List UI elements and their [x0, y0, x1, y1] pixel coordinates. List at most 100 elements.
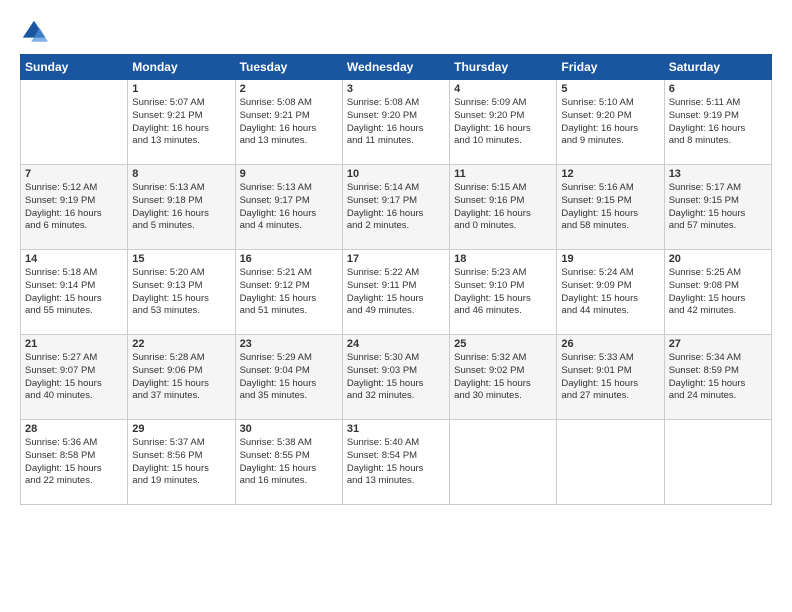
header-friday: Friday: [557, 55, 664, 80]
header-wednesday: Wednesday: [342, 55, 449, 80]
cell-info: Sunrise: 5:18 AM Sunset: 9:14 PM Dayligh…: [25, 267, 123, 318]
week-row-3: 21Sunrise: 5:27 AM Sunset: 9:07 PM Dayli…: [21, 335, 772, 420]
header-saturday: Saturday: [664, 55, 771, 80]
cell-info: Sunrise: 5:25 AM Sunset: 9:08 PM Dayligh…: [669, 267, 767, 318]
day-number: 27: [669, 338, 767, 350]
calendar-cell: 20 Sunrise: 5:25 AM Sunset: 9:08 PM Dayli…: [664, 250, 771, 335]
calendar-cell: 16Sunrise: 5:21 AM Sunset: 9:12 PM Dayli…: [235, 250, 342, 335]
calendar-cell: 25 Sunrise: 5:32 AM Sunset: 9:02 PM Dayli…: [450, 335, 557, 420]
day-number: 8: [132, 168, 230, 180]
calendar-cell: 7Sunrise: 5:12 AM Sunset: 9:19 PM Daylig…: [21, 165, 128, 250]
calendar-cell: 1 Sunrise: 5:07 AM Sunset: 9:21 PM Daylig…: [128, 80, 235, 165]
cell-info: Sunrise: 5:08 AM Sunset: 9:20 PM Dayligh…: [347, 97, 445, 148]
day-number: 2: [240, 83, 338, 95]
cell-info: Sunrise: 5:36 AM Sunset: 8:58 PM Dayligh…: [25, 437, 123, 488]
header-thursday: Thursday: [450, 55, 557, 80]
cell-info: Sunrise: 5:22 AM Sunset: 9:11 PM Dayligh…: [347, 267, 445, 318]
day-number: 12: [561, 168, 659, 180]
calendar-cell: 18Sunrise: 5:23 AM Sunset: 9:10 PM Dayli…: [450, 250, 557, 335]
cell-info: Sunrise: 5:07 AM Sunset: 9:21 PM Dayligh…: [132, 97, 230, 148]
calendar-cell: 3 Sunrise: 5:08 AM Sunset: 9:20 PM Daylig…: [342, 80, 449, 165]
day-number: 19: [561, 253, 659, 265]
calendar-cell: 10 Sunrise: 5:14 AM Sunset: 9:17 PM Dayli…: [342, 165, 449, 250]
cell-info: Sunrise: 5:20 AM Sunset: 9:13 PM Dayligh…: [132, 267, 230, 318]
calendar-cell: 8 Sunrise: 5:13 AM Sunset: 9:18 PM Daylig…: [128, 165, 235, 250]
cell-info: Sunrise: 5:13 AM Sunset: 9:17 PM Dayligh…: [240, 182, 338, 233]
week-row-1: 7Sunrise: 5:12 AM Sunset: 9:19 PM Daylig…: [21, 165, 772, 250]
logo-icon: [20, 18, 48, 46]
day-number: 1: [132, 83, 230, 95]
day-number: 23: [240, 338, 338, 350]
calendar-cell: 29Sunrise: 5:37 AM Sunset: 8:56 PM Dayli…: [128, 420, 235, 505]
header: [20, 18, 772, 46]
day-number: 15: [132, 253, 230, 265]
day-number: 25: [454, 338, 552, 350]
calendar-cell: 31 Sunrise: 5:40 AM Sunset: 8:54 PM Dayli…: [342, 420, 449, 505]
cell-info: Sunrise: 5:13 AM Sunset: 9:18 PM Dayligh…: [132, 182, 230, 233]
day-number: 4: [454, 83, 552, 95]
cell-info: Sunrise: 5:11 AM Sunset: 9:19 PM Dayligh…: [669, 97, 767, 148]
calendar-cell: 17 Sunrise: 5:22 AM Sunset: 9:11 PM Dayli…: [342, 250, 449, 335]
header-row: SundayMondayTuesdayWednesdayThursdayFrid…: [21, 55, 772, 80]
day-number: 9: [240, 168, 338, 180]
day-number: 7: [25, 168, 123, 180]
day-number: 22: [132, 338, 230, 350]
cell-info: Sunrise: 5:32 AM Sunset: 9:02 PM Dayligh…: [454, 352, 552, 403]
calendar-cell: 21Sunrise: 5:27 AM Sunset: 9:07 PM Dayli…: [21, 335, 128, 420]
day-number: 18: [454, 253, 552, 265]
header-sunday: Sunday: [21, 55, 128, 80]
cell-info: Sunrise: 5:16 AM Sunset: 9:15 PM Dayligh…: [561, 182, 659, 233]
cell-info: Sunrise: 5:28 AM Sunset: 9:06 PM Dayligh…: [132, 352, 230, 403]
calendar-cell: [557, 420, 664, 505]
cell-info: Sunrise: 5:27 AM Sunset: 9:07 PM Dayligh…: [25, 352, 123, 403]
calendar-cell: 4Sunrise: 5:09 AM Sunset: 9:20 PM Daylig…: [450, 80, 557, 165]
week-row-0: 1 Sunrise: 5:07 AM Sunset: 9:21 PM Daylig…: [21, 80, 772, 165]
calendar-cell: 6Sunrise: 5:11 AM Sunset: 9:19 PM Daylig…: [664, 80, 771, 165]
day-number: 30: [240, 423, 338, 435]
cell-info: Sunrise: 5:37 AM Sunset: 8:56 PM Dayligh…: [132, 437, 230, 488]
calendar-cell: 24 Sunrise: 5:30 AM Sunset: 9:03 PM Dayli…: [342, 335, 449, 420]
calendar-cell: 14 Sunrise: 5:18 AM Sunset: 9:14 PM Dayli…: [21, 250, 128, 335]
calendar-cell: 23 Sunrise: 5:29 AM Sunset: 9:04 PM Dayli…: [235, 335, 342, 420]
cell-info: Sunrise: 5:15 AM Sunset: 9:16 PM Dayligh…: [454, 182, 552, 233]
header-monday: Monday: [128, 55, 235, 80]
cell-info: Sunrise: 5:40 AM Sunset: 8:54 PM Dayligh…: [347, 437, 445, 488]
week-row-2: 14 Sunrise: 5:18 AM Sunset: 9:14 PM Dayli…: [21, 250, 772, 335]
day-number: 10: [347, 168, 445, 180]
day-number: 24: [347, 338, 445, 350]
cell-info: Sunrise: 5:14 AM Sunset: 9:17 PM Dayligh…: [347, 182, 445, 233]
cell-info: Sunrise: 5:30 AM Sunset: 9:03 PM Dayligh…: [347, 352, 445, 403]
logo: [20, 18, 52, 46]
calendar-cell: 30 Sunrise: 5:38 AM Sunset: 8:55 PM Dayli…: [235, 420, 342, 505]
calendar-cell: 28 Sunrise: 5:36 AM Sunset: 8:58 PM Dayli…: [21, 420, 128, 505]
calendar-table: SundayMondayTuesdayWednesdayThursdayFrid…: [20, 54, 772, 505]
cell-info: Sunrise: 5:38 AM Sunset: 8:55 PM Dayligh…: [240, 437, 338, 488]
calendar-cell: 26 Sunrise: 5:33 AM Sunset: 9:01 PM Dayli…: [557, 335, 664, 420]
cell-info: Sunrise: 5:10 AM Sunset: 9:20 PM Dayligh…: [561, 97, 659, 148]
calendar-cell: [450, 420, 557, 505]
cell-info: Sunrise: 5:29 AM Sunset: 9:04 PM Dayligh…: [240, 352, 338, 403]
cell-info: Sunrise: 5:33 AM Sunset: 9:01 PM Dayligh…: [561, 352, 659, 403]
day-number: 5: [561, 83, 659, 95]
cell-info: Sunrise: 5:21 AM Sunset: 9:12 PM Dayligh…: [240, 267, 338, 318]
calendar-cell: [21, 80, 128, 165]
day-number: 20: [669, 253, 767, 265]
week-row-4: 28 Sunrise: 5:36 AM Sunset: 8:58 PM Dayli…: [21, 420, 772, 505]
calendar-cell: 22 Sunrise: 5:28 AM Sunset: 9:06 PM Dayli…: [128, 335, 235, 420]
cell-info: Sunrise: 5:08 AM Sunset: 9:21 PM Dayligh…: [240, 97, 338, 148]
calendar-cell: 12 Sunrise: 5:16 AM Sunset: 9:15 PM Dayli…: [557, 165, 664, 250]
calendar-cell: 19Sunrise: 5:24 AM Sunset: 9:09 PM Dayli…: [557, 250, 664, 335]
cell-info: Sunrise: 5:17 AM Sunset: 9:15 PM Dayligh…: [669, 182, 767, 233]
day-number: 17: [347, 253, 445, 265]
day-number: 3: [347, 83, 445, 95]
calendar-cell: 11Sunrise: 5:15 AM Sunset: 9:16 PM Dayli…: [450, 165, 557, 250]
calendar-cell: 9 Sunrise: 5:13 AM Sunset: 9:17 PM Daylig…: [235, 165, 342, 250]
calendar-cell: 5 Sunrise: 5:10 AM Sunset: 9:20 PM Daylig…: [557, 80, 664, 165]
day-number: 14: [25, 253, 123, 265]
day-number: 26: [561, 338, 659, 350]
calendar-cell: 13 Sunrise: 5:17 AM Sunset: 9:15 PM Dayli…: [664, 165, 771, 250]
calendar-cell: 15 Sunrise: 5:20 AM Sunset: 9:13 PM Dayli…: [128, 250, 235, 335]
day-number: 13: [669, 168, 767, 180]
day-number: 31: [347, 423, 445, 435]
day-number: 28: [25, 423, 123, 435]
